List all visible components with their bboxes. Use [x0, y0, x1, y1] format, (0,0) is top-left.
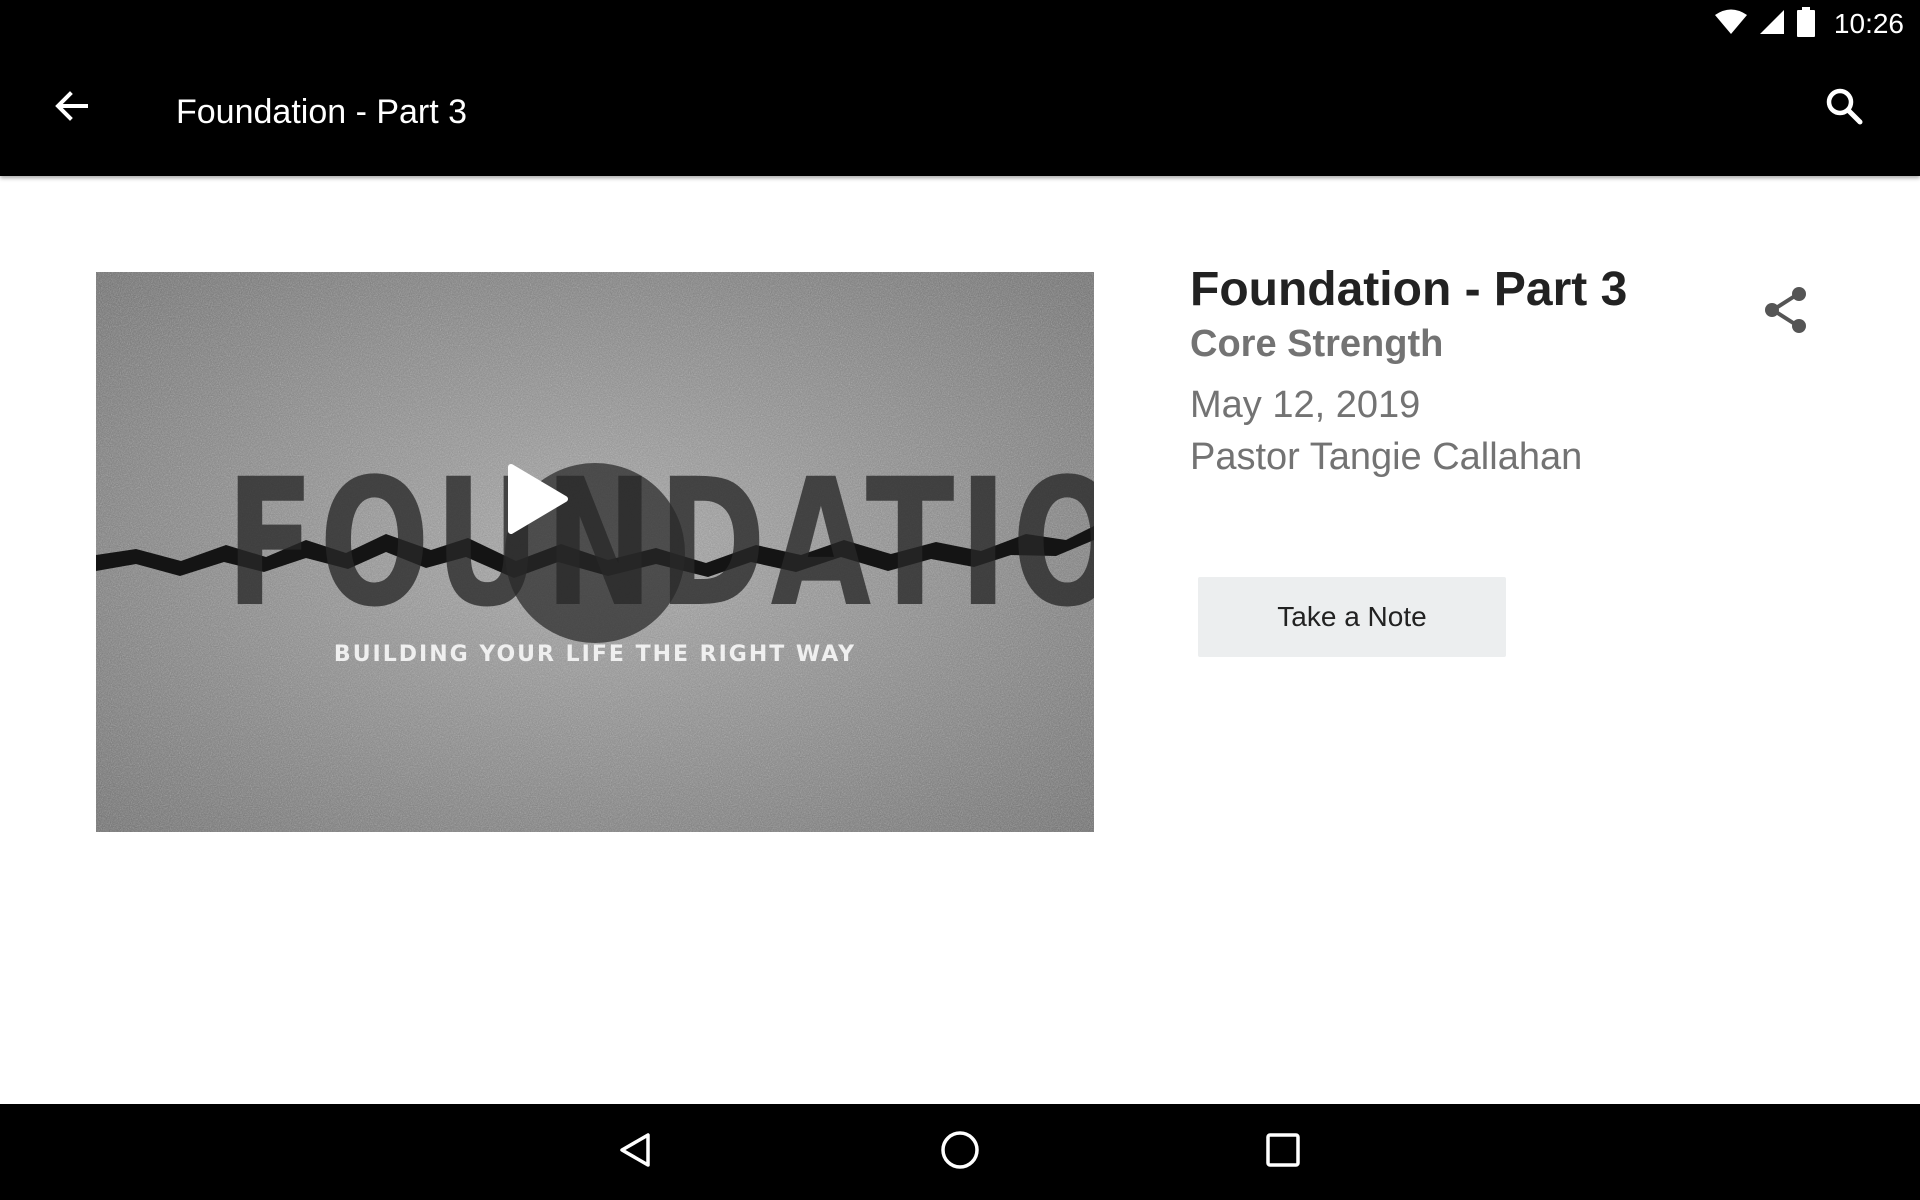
arrow-left-icon: [54, 88, 90, 129]
nav-back-button[interactable]: [606, 1122, 666, 1182]
nav-home-icon: [939, 1129, 981, 1176]
back-button[interactable]: [40, 76, 104, 140]
status-icons: 10:26: [1714, 0, 1904, 48]
status-time: 10:26: [1833, 8, 1904, 39]
wifi-icon: [1714, 8, 1748, 41]
nav-back-icon: [616, 1130, 656, 1175]
sermon-detail: FOUNDATION BUILDING YOUR LIFE THE RIGHT …: [0, 176, 1920, 1104]
sermon-title: Foundation - Part 3: [1190, 263, 1628, 316]
search-button[interactable]: [1812, 76, 1876, 140]
cell-signal-icon: [1758, 8, 1786, 41]
app-bar: Foundation - Part 3: [0, 48, 1920, 176]
status-bar: 10:26: [0, 0, 1920, 48]
video-thumbnail[interactable]: FOUNDATION BUILDING YOUR LIFE THE RIGHT …: [96, 272, 1094, 832]
share-icon: [1761, 285, 1811, 340]
nav-recents-icon: [1265, 1132, 1301, 1173]
search-icon: [1824, 86, 1864, 131]
sermon-date: May 12, 2019: [1190, 384, 1421, 426]
share-button[interactable]: [1756, 282, 1816, 342]
thumbnail-tagline: BUILDING YOUR LIFE THE RIGHT WAY: [333, 642, 857, 667]
nav-home-button[interactable]: [930, 1122, 990, 1182]
play-button[interactable]: [505, 463, 685, 643]
take-note-button[interactable]: Take a Note: [1198, 577, 1506, 657]
battery-icon: [1796, 6, 1816, 42]
system-nav-bar: [0, 1104, 1920, 1200]
speaker-name: Pastor Tangie Callahan: [1190, 436, 1583, 478]
series-name: Core Strength: [1190, 323, 1444, 365]
nav-recents-button[interactable]: [1253, 1122, 1313, 1182]
app-bar-title: Foundation - Part 3: [176, 92, 468, 131]
